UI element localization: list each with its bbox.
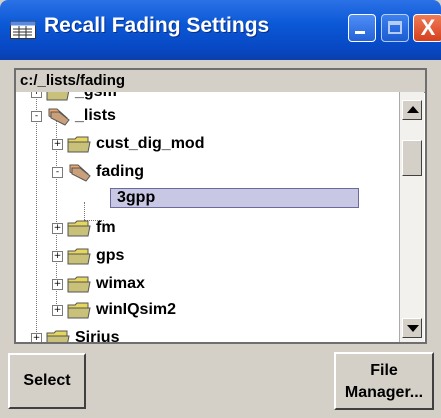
tree-item-3gpp[interactable]: 3gpp: [106, 186, 359, 210]
arrow-down-icon: [407, 325, 419, 332]
arrow-up-icon: [407, 106, 419, 113]
folder-open-icon: [69, 164, 91, 182]
recall-dialog: Recall Fading Settings X c:/_lists/fadin…: [0, 0, 441, 418]
tree-item-gsm[interactable]: + _gsm: [31, 92, 117, 104]
expand-icon[interactable]: +: [52, 222, 63, 234]
tree-item-label: wimax: [96, 275, 145, 292]
minimize-button[interactable]: [348, 14, 376, 42]
folder-open-icon: [48, 108, 70, 126]
vertical-scrollbar[interactable]: [399, 92, 424, 342]
close-icon: X: [420, 15, 436, 40]
file-manager-button[interactable]: File Manager...: [334, 352, 434, 410]
collapse-icon[interactable]: -: [31, 110, 42, 122]
collapse-icon[interactable]: -: [52, 166, 63, 178]
tree-item-winiqsim2[interactable]: + winIQsim2: [52, 298, 176, 322]
tree-item-label: Sirius: [75, 329, 120, 342]
window-title: Recall Fading Settings: [44, 14, 270, 37]
tree-item-label: fading: [96, 163, 144, 180]
file-browser-panel: c:/_lists/fading + _gsm - _lists + cust_…: [14, 68, 427, 344]
expand-icon[interactable]: +: [31, 92, 42, 98]
tree-item-fm[interactable]: + fm: [52, 216, 116, 240]
file-manager-label-line2: Manager...: [344, 384, 424, 401]
tree-item-label: winIQsim2: [96, 301, 177, 318]
folder-icon: [46, 92, 70, 101]
folder-tree[interactable]: + _gsm - _lists + cust_dig_mod - fading: [16, 92, 399, 342]
tree-item-label: gps: [96, 247, 125, 264]
scroll-down-button[interactable]: [402, 318, 422, 338]
tree-item-label: _lists: [75, 107, 116, 124]
folder-icon: [67, 248, 91, 265]
tree-item-wimax[interactable]: + wimax: [52, 272, 145, 296]
title-bar[interactable]: Recall Fading Settings X: [0, 0, 441, 60]
folder-icon: [67, 276, 91, 293]
folder-icon: [67, 220, 91, 237]
select-button[interactable]: Select: [8, 353, 86, 409]
expand-icon[interactable]: +: [52, 278, 63, 290]
scroll-up-button[interactable]: [402, 100, 422, 120]
expand-icon[interactable]: +: [52, 138, 63, 150]
tree-item-label: fm: [96, 219, 116, 236]
minimize-icon: [355, 31, 365, 34]
current-path: c:/_lists/fading: [20, 72, 126, 89]
tree-item-lists[interactable]: - _lists: [31, 104, 116, 128]
tree-item-sirius[interactable]: + Sirius: [31, 326, 119, 342]
expand-icon[interactable]: +: [52, 304, 63, 316]
tree-item-label: _gsm: [75, 92, 117, 101]
tree-item-label: cust_dig_mod: [96, 135, 205, 152]
expand-icon[interactable]: +: [31, 332, 42, 342]
maximize-button[interactable]: [381, 14, 409, 42]
folder-icon: [67, 136, 91, 153]
scroll-thumb[interactable]: [402, 140, 422, 176]
expand-icon[interactable]: +: [52, 250, 63, 262]
folder-icon: [46, 330, 70, 342]
maximize-icon: [388, 21, 402, 34]
close-button[interactable]: X: [413, 14, 441, 42]
path-bar: c:/_lists/fading: [16, 70, 425, 93]
window-icon: [10, 21, 36, 39]
tree-item-gps[interactable]: + gps: [52, 244, 124, 268]
folder-icon: [67, 302, 91, 319]
tree-item-cust-dig-mod[interactable]: + cust_dig_mod: [52, 132, 204, 156]
file-manager-label-line1: File: [370, 362, 398, 379]
tree-connector: [36, 92, 37, 342]
selected-file-label: 3gpp: [110, 188, 359, 208]
tree-item-fading[interactable]: - fading: [52, 160, 144, 184]
